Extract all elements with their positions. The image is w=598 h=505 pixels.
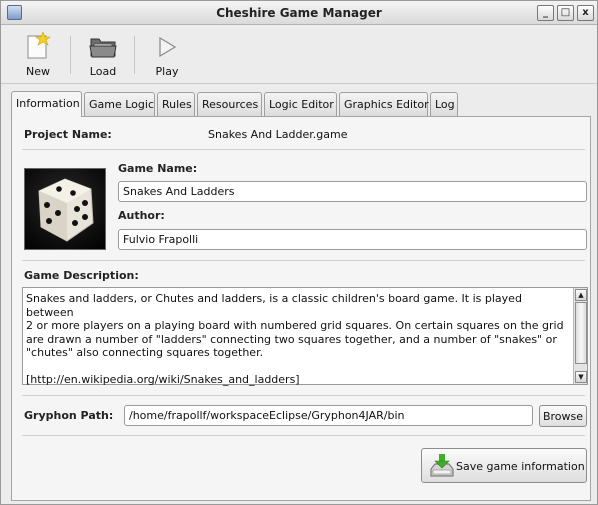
information-panel: Project Name: Snakes And Ladder.game Gam… [11, 116, 591, 501]
toolbar-separator [70, 36, 71, 74]
maximize-button[interactable]: □ [557, 5, 574, 21]
minimize-button[interactable]: _ [537, 5, 554, 21]
save-game-information-button[interactable]: Save game information [421, 448, 587, 483]
tab-information[interactable]: Information [11, 91, 82, 117]
folder-icon [89, 38, 117, 58]
tab-resources[interactable]: Resources [197, 92, 262, 116]
tab-graphics-editor[interactable]: Graphics Editor [339, 92, 429, 116]
browse-button[interactable]: Browse [539, 405, 587, 427]
author-field[interactable]: Fulvio Frapolli [118, 229, 587, 250]
description-line: are drawn a number of "ladders" connecti… [26, 332, 557, 346]
separator [22, 395, 585, 396]
toolbar: New Load Play [1, 26, 597, 84]
project-name-label: Project Name: [24, 128, 112, 141]
game-image [24, 168, 106, 250]
author-label: Author: [118, 209, 165, 222]
description-line: 2 or more players on a playing board wit… [26, 319, 564, 332]
play-label: Play [155, 65, 179, 78]
description-line [26, 360, 565, 374]
dice-icon [38, 178, 94, 242]
title-bar[interactable]: Cheshire Game Manager _ □ x [1, 1, 597, 25]
app-window: Cheshire Game Manager _ □ x New Load Pla… [0, 0, 598, 505]
scroll-up-button[interactable]: ▲ [575, 289, 587, 301]
separator [22, 435, 585, 436]
project-name-value: Snakes And Ladder.game [208, 128, 348, 141]
tab-rules[interactable]: Rules [157, 92, 195, 116]
save-download-icon [430, 454, 454, 477]
play-icon [159, 36, 177, 58]
new-document-icon [27, 32, 51, 59]
gryphon-path-field[interactable]: /home/frapollf/workspaceEclipse/Gryphon4… [124, 405, 533, 426]
play-button[interactable]: Play [141, 30, 193, 82]
separator [22, 260, 585, 261]
tab-log[interactable]: Log [430, 92, 458, 116]
new-button[interactable]: New [12, 30, 64, 82]
load-label: Load [89, 65, 117, 78]
game-description-textarea[interactable]: Snakes and ladders, or Chutes and ladder… [22, 287, 588, 386]
game-description-label: Game Description: [24, 269, 139, 282]
tab-game-logic[interactable]: Game Logic [84, 92, 155, 116]
description-line: "chutes" also connecting squares togethe… [26, 346, 264, 359]
game-name-field[interactable]: Snakes And Ladders [118, 181, 587, 202]
description-line: Snakes and ladders, or Chutes and ladder… [26, 292, 522, 319]
save-button-label: Save game information [456, 460, 585, 473]
new-label: New [26, 65, 50, 78]
close-button[interactable]: x [577, 5, 594, 21]
description-scrollbar[interactable]: ▲ ▼ [573, 288, 587, 384]
scroll-thumb[interactable] [575, 302, 587, 364]
tab-logic-editor[interactable]: Logic Editor [264, 92, 337, 116]
separator [22, 149, 585, 150]
gryphon-path-label: Gryphon Path: [24, 409, 114, 422]
window-title: Cheshire Game Manager [216, 6, 382, 20]
description-line: [http://en.wikipedia.org/wiki/Snakes_and… [26, 373, 300, 386]
scroll-down-button[interactable]: ▼ [575, 371, 587, 383]
toolbar-separator [134, 36, 135, 74]
game-name-label: Game Name: [118, 162, 198, 175]
load-button[interactable]: Load [77, 30, 129, 82]
